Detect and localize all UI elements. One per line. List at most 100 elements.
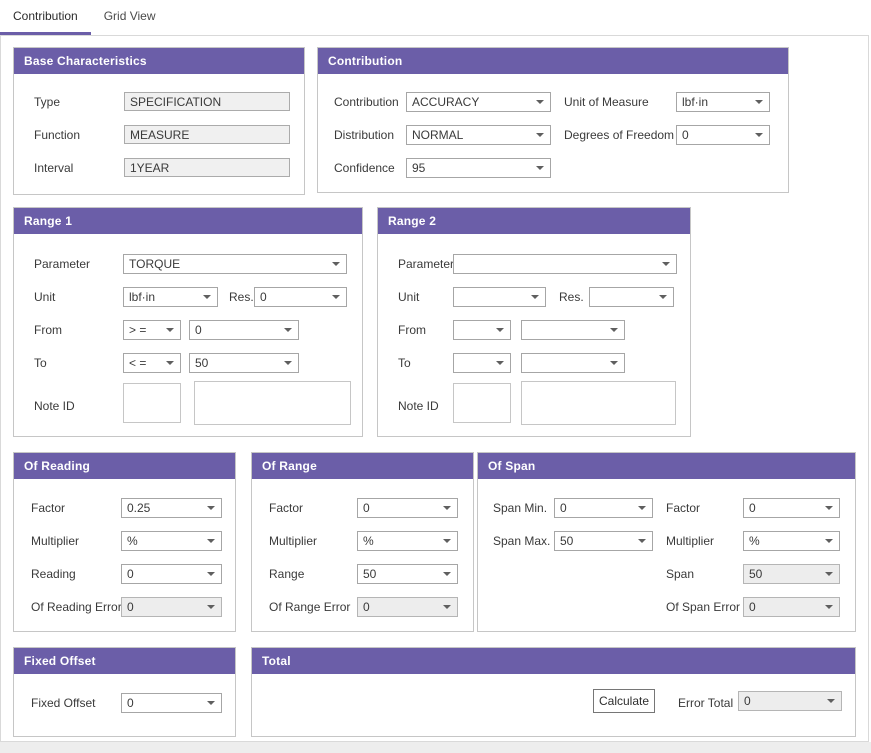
of-span-span-max-label: Span Max. [493, 533, 550, 549]
dropdown-arrow-icon [207, 572, 215, 576]
range1-from-value: 0 [195, 323, 202, 337]
dropdown-arrow-icon [443, 506, 451, 510]
range1-from-operator-value: > = [129, 323, 146, 337]
dropdown-arrow-icon [825, 605, 833, 609]
range1-unit-combobox[interactable]: lbf·in [123, 287, 218, 307]
range1-unit-combobox-value: lbf·in [129, 290, 155, 304]
dropdown-arrow-icon [536, 100, 544, 104]
range1-to-operator-combobox[interactable]: < = [123, 353, 181, 373]
of-range-factor-combobox[interactable]: 0 [357, 498, 458, 518]
degrees-of-freedom-combobox[interactable]: 0 [676, 125, 770, 145]
of-span-span-min-value: 0 [560, 501, 567, 515]
of-reading-reading-value: 0 [127, 567, 134, 581]
of-span-factor-value: 0 [749, 501, 756, 515]
range2-to-value-combobox[interactable] [521, 353, 625, 373]
of-reading-error-label: Of Reading Error [31, 599, 122, 615]
fixed-offset-value: 0 [127, 696, 134, 710]
distribution-label: Distribution [334, 127, 394, 143]
of-span-span-max-combobox[interactable]: 50 [554, 531, 653, 551]
interval-field-value: 1YEAR [130, 161, 169, 175]
of-range-range-combobox[interactable]: 50 [357, 564, 458, 584]
of-range-range-label: Range [269, 566, 304, 582]
contribution-combobox[interactable]: ACCURACY [406, 92, 551, 112]
of-reading-factor-combobox[interactable]: 0.25 [121, 498, 222, 518]
range2-from-operator-combobox[interactable] [453, 320, 511, 340]
panel-of-reading: Of Reading Factor 0.25 Multiplier % Read… [13, 452, 236, 632]
range2-res-label: Res. [559, 289, 584, 305]
calculate-button[interactable]: Calculate [593, 689, 655, 713]
panel-range-1-header: Range 1 [14, 208, 362, 234]
fixed-offset-combobox[interactable]: 0 [121, 693, 222, 713]
panel-of-range-header: Of Range [252, 453, 473, 479]
range2-note-id-field[interactable] [453, 383, 511, 423]
of-span-error-combobox: 0 [743, 597, 840, 617]
range1-from-operator-combobox[interactable]: > = [123, 320, 181, 340]
range2-to-label: To [398, 355, 411, 371]
range2-from-value-combobox[interactable] [521, 320, 625, 340]
range1-to-value-combobox[interactable]: 50 [189, 353, 299, 373]
panel-range-2: Range 2 Parameter Unit Res. From To Note… [377, 207, 691, 437]
range2-unit-combobox[interactable] [453, 287, 546, 307]
function-field[interactable]: MEASURE [124, 125, 290, 144]
range2-note-text-field[interactable] [521, 381, 676, 425]
fixed-offset-label: Fixed Offset [31, 695, 95, 711]
dropdown-arrow-icon [610, 328, 618, 332]
type-field[interactable]: SPECIFICATION [124, 92, 290, 111]
of-span-factor-label: Factor [666, 500, 700, 516]
range1-from-value-combobox[interactable]: 0 [189, 320, 299, 340]
type-field-value: SPECIFICATION [130, 95, 221, 109]
range1-parameter-label: Parameter [34, 256, 90, 272]
range1-note-id-field[interactable] [123, 383, 181, 423]
range1-parameter-combobox-value: TORQUE [129, 257, 180, 271]
of-reading-multiplier-label: Multiplier [31, 533, 79, 549]
dropdown-arrow-icon [207, 539, 215, 543]
range1-unit-label: Unit [34, 289, 55, 305]
of-span-span-min-combobox[interactable]: 0 [554, 498, 653, 518]
range2-to-operator-combobox[interactable] [453, 353, 511, 373]
of-span-factor-combobox[interactable]: 0 [743, 498, 840, 518]
dropdown-arrow-icon [755, 100, 763, 104]
confidence-combobox[interactable]: 95 [406, 158, 551, 178]
of-span-error-value: 0 [749, 600, 756, 614]
unit-of-measure-combobox[interactable]: lbf·in [676, 92, 770, 112]
dropdown-arrow-icon [166, 328, 174, 332]
of-reading-reading-combobox[interactable]: 0 [121, 564, 222, 584]
tab-bar: Contribution Grid View [0, 0, 169, 35]
panel-base-characteristics-header: Base Characteristics [14, 48, 304, 74]
of-reading-error-value: 0 [127, 600, 134, 614]
tab-grid-view[interactable]: Grid View [91, 0, 169, 35]
panel-range-2-header: Range 2 [378, 208, 690, 234]
of-reading-multiplier-combobox[interactable]: % [121, 531, 222, 551]
of-span-error-label: Of Span Error [666, 599, 740, 615]
of-reading-error-combobox: 0 [121, 597, 222, 617]
tab-contribution[interactable]: Contribution [0, 0, 91, 35]
of-range-multiplier-combobox[interactable]: % [357, 531, 458, 551]
range1-parameter-combobox[interactable]: TORQUE [123, 254, 347, 274]
of-range-factor-label: Factor [269, 500, 303, 516]
tab-contribution-label: Contribution [13, 9, 78, 23]
of-span-multiplier-combobox[interactable]: % [743, 531, 840, 551]
range1-res-combobox[interactable]: 0 [254, 287, 347, 307]
dropdown-arrow-icon [496, 361, 504, 365]
dropdown-arrow-icon [443, 539, 451, 543]
unit-of-measure-label: Unit of Measure [564, 94, 649, 110]
interval-field[interactable]: 1YEAR [124, 158, 290, 177]
of-reading-factor-label: Factor [31, 500, 65, 516]
dropdown-arrow-icon [207, 506, 215, 510]
distribution-combobox-value: NORMAL [412, 128, 463, 142]
distribution-combobox[interactable]: NORMAL [406, 125, 551, 145]
type-label: Type [34, 94, 60, 110]
dropdown-arrow-icon [496, 328, 504, 332]
range2-from-label: From [398, 322, 426, 338]
range2-parameter-combobox[interactable] [453, 254, 677, 274]
range1-note-text-field[interactable] [194, 381, 351, 425]
panel-of-reading-header: Of Reading [14, 453, 235, 479]
calculate-button-label: Calculate [599, 694, 649, 708]
dropdown-arrow-icon [825, 572, 833, 576]
dropdown-arrow-icon [203, 295, 211, 299]
range2-res-combobox[interactable] [589, 287, 674, 307]
range1-note-id-label: Note ID [34, 398, 75, 414]
of-span-span-label: Span [666, 566, 694, 582]
dropdown-arrow-icon [536, 166, 544, 170]
panel-total-header: Total [252, 648, 855, 674]
